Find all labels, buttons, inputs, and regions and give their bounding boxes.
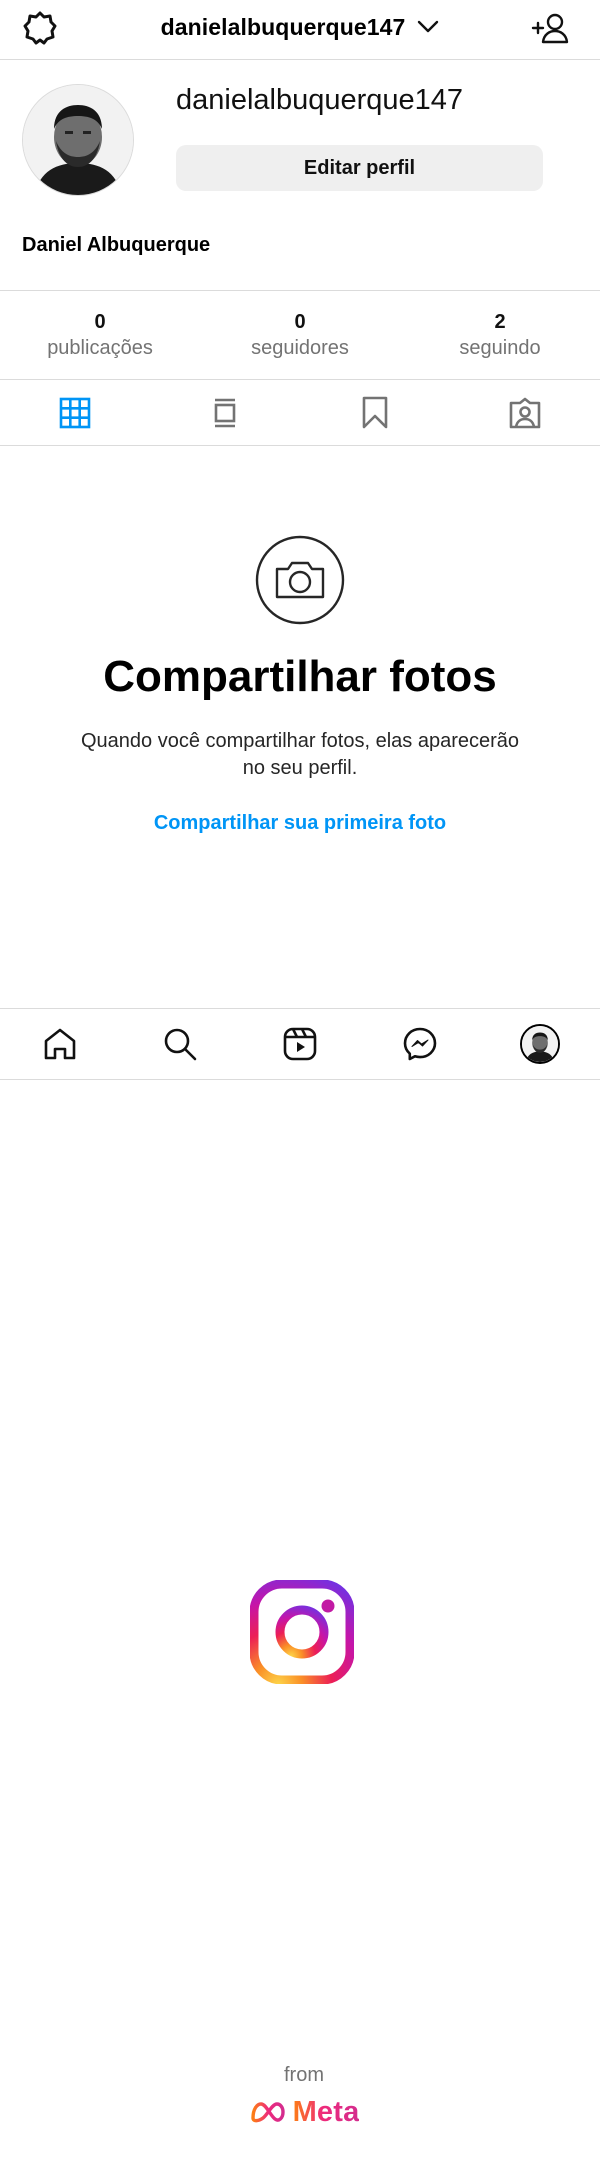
tab-tagged[interactable] [450, 380, 600, 445]
profile-full-name: Daniel Albuquerque [22, 234, 211, 256]
account-name: danielalbuquerque147 [160, 13, 406, 40]
camera-icon [255, 535, 345, 625]
home-icon [44, 1028, 76, 1060]
meta-brand: Meta [0, 2094, 600, 2130]
stat-followers[interactable]: 0 seguidores [200, 291, 400, 379]
nav-reels[interactable] [240, 1009, 360, 1079]
tab-saved[interactable] [300, 380, 450, 445]
stat-value: 0 [94, 311, 106, 333]
add-person-icon[interactable] [528, 8, 572, 48]
nav-search[interactable] [120, 1009, 240, 1079]
profile-tabs [0, 380, 600, 446]
meta-infinity-icon [250, 2102, 285, 2123]
empty-state-text: Quando você compartilhar fotos, elas apa… [80, 730, 520, 779]
stat-value: 2 [494, 311, 506, 333]
feed-icon [214, 398, 236, 427]
stat-label: seguindo [459, 337, 541, 359]
tab-feed[interactable] [150, 380, 300, 445]
meta-wordmark: Meta [292, 2095, 360, 2128]
stat-label: publicações [47, 337, 153, 359]
tagged-icon [509, 397, 541, 428]
empty-state-title: Compartilhar fotos [103, 652, 497, 701]
bottom-nav [0, 1008, 600, 1080]
nav-home[interactable] [0, 1009, 120, 1079]
stat-label: seguidores [251, 337, 349, 359]
instagram-logo-icon [249, 1579, 355, 1685]
profile-avatar[interactable] [22, 84, 134, 196]
tab-grid[interactable] [0, 380, 150, 445]
nav-messenger[interactable] [360, 1009, 480, 1079]
share-first-photo-link[interactable]: Compartilhar sua primeira foto [0, 812, 600, 835]
stat-posts[interactable]: 0 publicações [0, 291, 200, 379]
saved-icon [362, 396, 388, 428]
from-label: from [284, 2064, 324, 2086]
messenger-icon [403, 1027, 437, 1061]
grid-icon [59, 397, 91, 428]
search-icon [164, 1028, 197, 1061]
edit-profile-button[interactable]: Editar perfil [176, 145, 543, 191]
stat-value: 0 [294, 311, 306, 333]
profile-username: danielalbuquerque147 [176, 84, 464, 116]
nav-profile[interactable] [480, 1009, 600, 1079]
stat-following[interactable]: 2 seguindo [400, 291, 600, 379]
profile-stats: 0 publicações 0 seguidores 2 seguindo [0, 290, 600, 380]
account-switcher[interactable]: danielalbuquerque147 [0, 0, 600, 54]
chevron-down-icon [418, 20, 439, 33]
profile-avatar-small [520, 1024, 560, 1064]
reels-icon [283, 1027, 317, 1061]
